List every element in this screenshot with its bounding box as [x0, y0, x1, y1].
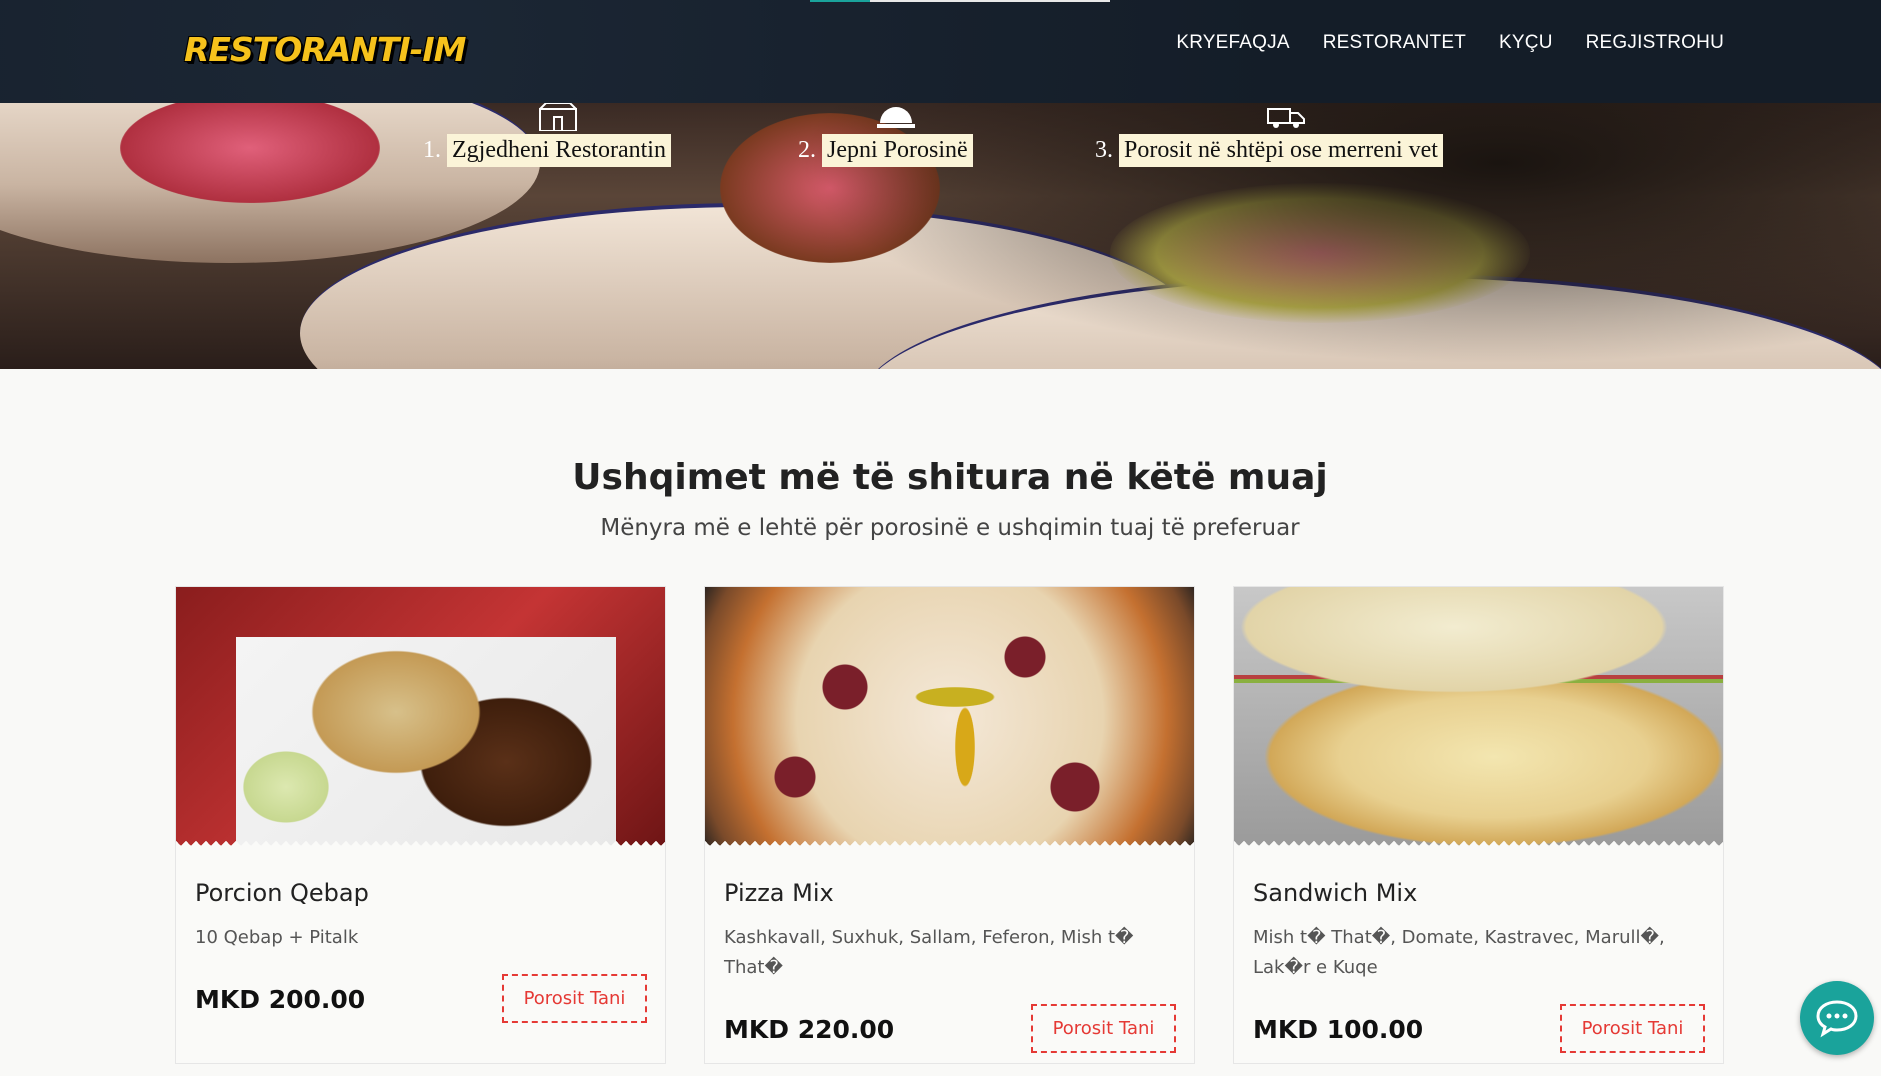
- step-number: 2.: [798, 137, 816, 163]
- product-price: MKD 200.00: [195, 985, 366, 1014]
- product-card: Sandwich Mix Mish t� That�, Domate, Kast…: [1233, 586, 1724, 1064]
- section-title: Ushqimet më të shitura në këtë muaj: [572, 457, 1328, 498]
- product-image: [176, 587, 665, 849]
- step-delivery: 3. Porosit në shtëpi ose merreni vet: [1095, 134, 1443, 167]
- product-card: Pizza Mix Kashkavall, Suxhuk, Sallam, Fe…: [704, 586, 1195, 1064]
- chat-bubble-icon: [1816, 1000, 1858, 1038]
- step-label: Porosit në shtëpi ose merreni vet: [1119, 134, 1443, 167]
- nav-home-link[interactable]: KRYEFAQJA: [1176, 32, 1289, 54]
- section-subtitle: Mënyra më e lehtë për porosinë e ushqimi…: [600, 515, 1300, 541]
- step-place-order: 2. Jepni Porosinë: [798, 134, 973, 167]
- nav-restaurants-link[interactable]: RESTORANTET: [1323, 32, 1466, 54]
- product-name: Sandwich Mix: [1253, 879, 1418, 907]
- hero-banner: 1. Zgjedheni Restorantin 2. Jepni Porosi…: [0, 103, 1881, 369]
- order-now-button[interactable]: Porosit Tani: [502, 974, 647, 1023]
- product-name: Porcion Qebap: [195, 879, 369, 907]
- site-logo[interactable]: RESTORANTI-IM: [184, 30, 466, 69]
- store-icon: [539, 103, 577, 131]
- product-price: MKD 220.00: [724, 1015, 895, 1044]
- step-label: Zgjedheni Restorantin: [447, 134, 671, 167]
- nav-register-link[interactable]: REGJISTROHU: [1586, 32, 1724, 54]
- product-description: 10 Qebap + Pitalk: [195, 927, 359, 948]
- nav-login-link[interactable]: KYÇU: [1499, 32, 1553, 54]
- step-choose-restaurant: 1. Zgjedheni Restorantin: [423, 134, 671, 167]
- step-number: 1.: [423, 137, 441, 163]
- page-progress-bar: [810, 0, 1110, 2]
- product-image: [705, 587, 1194, 849]
- product-description: Kashkavall, Suxhuk, Sallam, Feferon, Mis…: [724, 927, 1134, 978]
- order-now-button[interactable]: Porosit Tani: [1560, 1004, 1705, 1053]
- cloche-icon: [877, 107, 915, 128]
- product-description: Mish t� That�, Domate, Kastravec, Marull…: [1253, 927, 1665, 978]
- product-name: Pizza Mix: [724, 879, 834, 907]
- order-now-button[interactable]: Porosit Tani: [1031, 1004, 1176, 1053]
- step-number: 3.: [1095, 137, 1113, 163]
- main-nav: KRYEFAQJA RESTORANTET KYÇU REGJISTROHU: [1143, 32, 1724, 54]
- product-price: MKD 100.00: [1253, 1015, 1424, 1044]
- chat-widget-button[interactable]: [1800, 981, 1874, 1055]
- top-navbar: RESTORANTI-IM KRYEFAQJA RESTORANTET KYÇU…: [0, 0, 1881, 103]
- product-image: [1234, 587, 1723, 849]
- step-label: Jepni Porosinë: [822, 134, 973, 167]
- delivery-truck-icon: [1267, 108, 1305, 128]
- product-card: Porcion Qebap 10 Qebap + Pitalk MKD 200.…: [175, 586, 666, 1064]
